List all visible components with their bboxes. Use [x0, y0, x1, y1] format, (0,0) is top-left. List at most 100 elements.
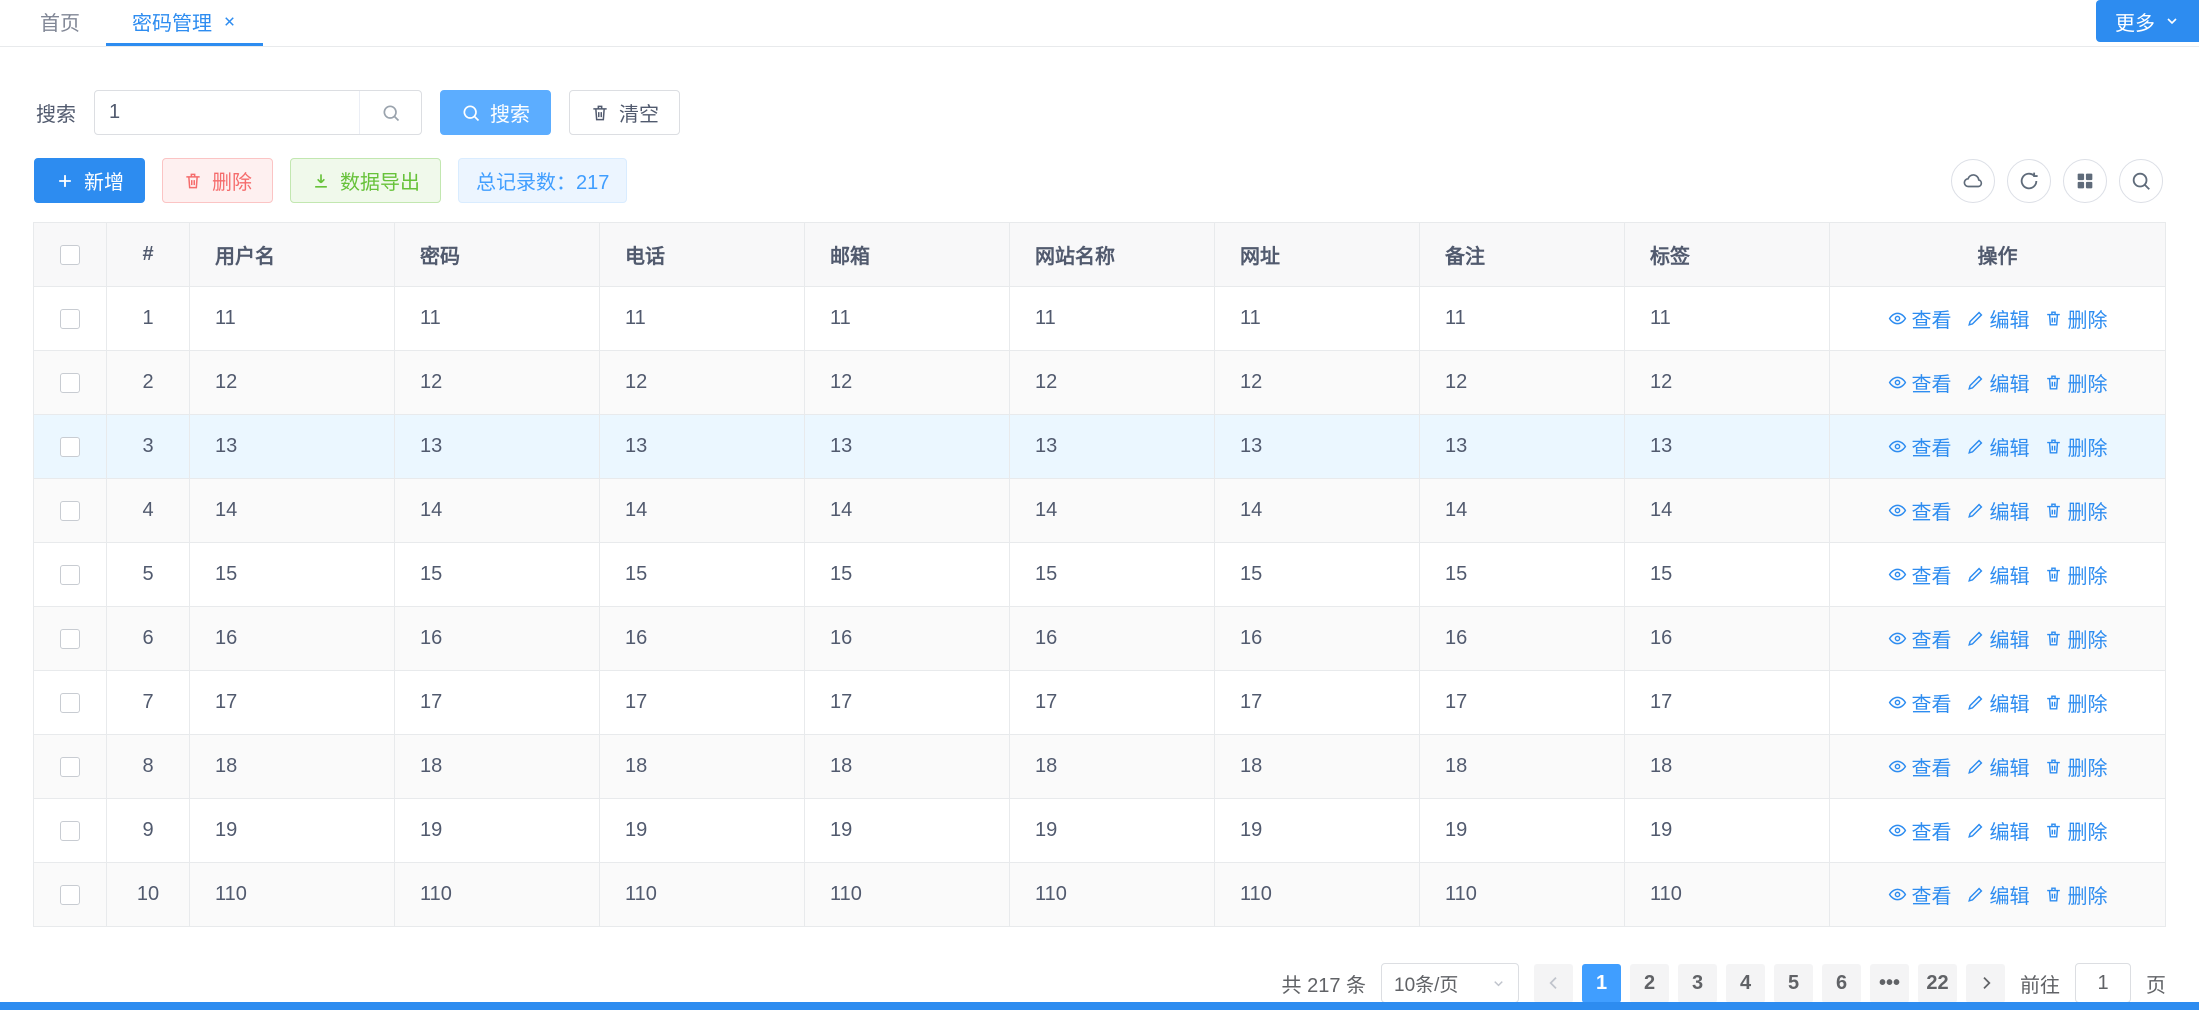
cloud-button[interactable]	[1951, 159, 1995, 203]
pager-page[interactable]: 6	[1822, 964, 1861, 1003]
edit-link[interactable]: 编辑	[1966, 752, 2030, 781]
row-cell: 17	[1010, 671, 1215, 735]
row-cell: 12	[1420, 351, 1625, 415]
edit-link[interactable]: 编辑	[1966, 304, 2030, 333]
goto-label: 前往	[2020, 969, 2060, 998]
row-checkbox[interactable]	[60, 309, 80, 329]
view-link[interactable]: 查看	[1888, 304, 1952, 333]
row-checkbox[interactable]	[60, 821, 80, 841]
row-checkbox[interactable]	[60, 693, 80, 713]
row-checkbox[interactable]	[60, 629, 80, 649]
delete-link[interactable]: 删除	[2044, 816, 2108, 845]
view-link[interactable]: 查看	[1888, 880, 1952, 909]
delete-link[interactable]: 删除	[2044, 432, 2108, 461]
row-cell: 11	[1010, 287, 1215, 351]
view-link[interactable]: 查看	[1888, 432, 1952, 461]
row-checkbox[interactable]	[60, 501, 80, 521]
edit-link[interactable]: 编辑	[1966, 432, 2030, 461]
goto-suffix: 页	[2146, 969, 2166, 998]
row-cell: 18	[1010, 735, 1215, 799]
view-link[interactable]: 查看	[1888, 688, 1952, 717]
pager-ellipsis[interactable]: •••	[1870, 964, 1909, 1003]
pager-page[interactable]: 22	[1918, 964, 1957, 1003]
column-header: 备注	[1420, 223, 1625, 287]
clear-button[interactable]: 清空	[569, 90, 680, 135]
edit-link[interactable]: 编辑	[1966, 688, 2030, 717]
row-checkbox[interactable]	[60, 885, 80, 905]
pager-page[interactable]: 4	[1726, 964, 1765, 1003]
row-cell: 17	[1420, 671, 1625, 735]
edit-link[interactable]: 编辑	[1966, 496, 2030, 525]
next-page-button[interactable]	[1966, 964, 2005, 1003]
table-row: 81818181818181818查看编辑删除	[34, 735, 2166, 799]
row-cell: 12	[805, 351, 1010, 415]
row-cell: 11	[190, 287, 395, 351]
pager-page[interactable]: 3	[1678, 964, 1717, 1003]
view-link[interactable]: 查看	[1888, 496, 1952, 525]
row-cell: 15	[190, 543, 395, 607]
search-suffix-icon[interactable]	[359, 91, 421, 134]
view-link[interactable]: 查看	[1888, 368, 1952, 397]
row-cell: 110	[600, 863, 805, 927]
delete-link[interactable]: 删除	[2044, 304, 2108, 333]
table-row: 10110110110110110110110110查看编辑删除	[34, 863, 2166, 927]
delete-link[interactable]: 删除	[2044, 368, 2108, 397]
column-header: 邮箱	[805, 223, 1010, 287]
row-checkbox[interactable]	[60, 757, 80, 777]
delete-link[interactable]: 删除	[2044, 624, 2108, 653]
search-input[interactable]	[95, 91, 359, 134]
view-link[interactable]: 查看	[1888, 816, 1952, 845]
row-cell: 110	[395, 863, 600, 927]
goto-page-input[interactable]	[2075, 963, 2131, 1003]
prev-page-button[interactable]	[1534, 964, 1573, 1003]
delete-button[interactable]: 删除	[162, 158, 273, 203]
row-index: 7	[107, 671, 190, 735]
row-cell: 13	[1215, 415, 1420, 479]
delete-link[interactable]: 删除	[2044, 560, 2108, 589]
edit-link[interactable]: 编辑	[1966, 368, 2030, 397]
row-cell: 13	[600, 415, 805, 479]
grid-button[interactable]	[2063, 159, 2107, 203]
view-link[interactable]: 查看	[1888, 624, 1952, 653]
trash-icon	[2044, 373, 2063, 392]
row-checkbox[interactable]	[60, 373, 80, 393]
delete-link[interactable]: 删除	[2044, 496, 2108, 525]
search-input-wrap	[94, 90, 422, 135]
delete-link[interactable]: 删除	[2044, 752, 2108, 781]
edit-link[interactable]: 编辑	[1966, 624, 2030, 653]
refresh-button[interactable]	[2007, 159, 2051, 203]
edit-link[interactable]: 编辑	[1966, 560, 2030, 589]
row-cell: 14	[1625, 479, 1830, 543]
column-header: 操作	[1830, 223, 2166, 287]
tab-home[interactable]: 首页	[14, 0, 106, 46]
delete-link[interactable]: 删除	[2044, 688, 2108, 717]
close-icon[interactable]	[222, 14, 237, 29]
pager-page[interactable]: 5	[1774, 964, 1813, 1003]
row-checkbox[interactable]	[60, 437, 80, 457]
export-button[interactable]: 数据导出	[290, 158, 441, 203]
row-actions: 查看编辑删除	[1830, 479, 2166, 543]
eye-icon	[1888, 501, 1907, 520]
chevron-right-icon	[1978, 975, 1994, 991]
delete-link[interactable]: 删除	[2044, 880, 2108, 909]
edit-link[interactable]: 编辑	[1966, 816, 2030, 845]
page-size-select[interactable]: 10条/页	[1381, 963, 1519, 1003]
row-cell: 11	[1420, 287, 1625, 351]
tab-password-management[interactable]: 密码管理	[106, 0, 263, 46]
add-button[interactable]: 新增	[34, 158, 145, 203]
table-row: 41414141414141414查看编辑删除	[34, 479, 2166, 543]
table-row: 11111111111111111查看编辑删除	[34, 287, 2166, 351]
view-link[interactable]: 查看	[1888, 560, 1952, 589]
pager-page[interactable]: 2	[1630, 964, 1669, 1003]
row-index: 8	[107, 735, 190, 799]
row-checkbox[interactable]	[60, 565, 80, 585]
search-button[interactable]: 搜索	[440, 90, 551, 135]
trash-icon	[2044, 629, 2063, 648]
more-button[interactable]: 更多	[2096, 0, 2199, 42]
search-toggle-button[interactable]	[2119, 159, 2163, 203]
edit-link[interactable]: 编辑	[1966, 880, 2030, 909]
row-cell: 19	[395, 799, 600, 863]
view-link[interactable]: 查看	[1888, 752, 1952, 781]
pager-page[interactable]: 1	[1582, 964, 1621, 1003]
select-all-checkbox[interactable]	[60, 245, 80, 265]
